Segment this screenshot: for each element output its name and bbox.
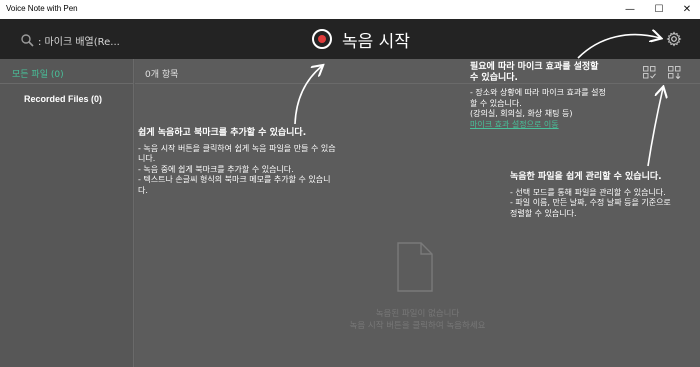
tip-record-line: - 텍스트나 손글씨 형식의 북마크 메모를 추가할 수 있습니 xyxy=(138,175,331,184)
tip-record-line: - 녹음 시작 버튼을 클릭하여 쉽게 녹음 파일을 만들 수 있습 xyxy=(138,143,336,153)
record-label: 녹음 시작 xyxy=(342,31,410,52)
tip-mic-title: 필요에 따라 마이크 효과를 설정할 xyxy=(470,62,599,72)
empty-state-description: 녹음 시작 버튼을 클릭하여 녹음하세요 xyxy=(349,321,486,331)
tip-manage-line: - 파일 이름, 만든 날짜, 수정 날짜 등을 기준으로 xyxy=(510,198,671,207)
maximize-button[interactable]: ☐ xyxy=(645,0,673,19)
title-bar: Voice Note with Pen — ☐ ✕ xyxy=(0,0,700,19)
empty-state-title: 녹음된 파일이 없습니다 xyxy=(375,309,460,319)
tip-record-title: 쉽게 녹음하고 북마크를 추가할 수 있습니다. xyxy=(138,128,307,138)
mic-settings-link[interactable]: 마이크 효과 설정으로 이동 xyxy=(470,120,606,131)
list-header-divider xyxy=(135,83,700,84)
tip-manage-title: 녹음한 파일을 쉽게 관리할 수 있습니다. xyxy=(510,172,662,182)
mic-selector[interactable]: : 마이크 배열(Re... xyxy=(20,31,120,49)
select-mode-icon[interactable] xyxy=(643,66,656,79)
tip-mic-line: 할 수 있습니다. xyxy=(470,98,522,108)
sidebar-item-recorded-files[interactable]: Recorded Files (0) xyxy=(24,94,102,104)
minimize-button[interactable]: — xyxy=(616,0,644,19)
header-bar: : 마이크 배열(Re... 녹음 시작 xyxy=(0,19,700,59)
record-icon xyxy=(312,29,332,49)
sidebar-divider xyxy=(0,83,134,84)
sidebar: 모든 파일 (0) Recorded Files (0) xyxy=(0,59,134,367)
close-button[interactable]: ✕ xyxy=(673,0,700,19)
tip-mic-title: 수 있습니다. xyxy=(470,72,518,83)
tip-mic-line: (강의실, 회의실, 화상 채팅 등) xyxy=(470,109,573,118)
tip-manage-line: - 선택 모드를 통해 파일을 관리할 수 있습니다. xyxy=(510,187,666,197)
sort-icon[interactable] xyxy=(668,66,681,79)
tip-manage-files: 녹음한 파일을 쉽게 관리할 수 있습니다. - 선택 모드를 통해 파일을 관… xyxy=(510,172,671,219)
tip-record-line: 니다. xyxy=(138,154,156,163)
tip-mic-effect: 필요에 따라 마이크 효과를 설정할 수 있습니다. - 장소와 상황에 따라 … xyxy=(470,62,606,130)
sidebar-item-all-files[interactable]: 모든 파일 (0) xyxy=(12,67,64,80)
tip-manage-line: 정렬할 수 있습니다. xyxy=(510,208,577,218)
item-count: 0개 항목 xyxy=(145,70,179,80)
search-icon xyxy=(21,34,34,47)
tip-record-line: - 녹음 중에 쉽게 북마크를 추가할 수 있습니다. xyxy=(138,164,294,174)
mic-selector-label: : 마이크 배열(Re... xyxy=(38,36,120,48)
record-button[interactable]: 녹음 시작 xyxy=(312,27,410,52)
app-title: Voice Note with Pen xyxy=(6,4,78,13)
tip-mic-line: - 장소와 상황에 따라 마이크 효과를 설정 xyxy=(470,88,606,97)
tip-record-line: 다. xyxy=(138,185,148,195)
tip-record: 쉽게 녹음하고 북마크를 추가할 수 있습니다. - 녹음 시작 버튼을 클릭하… xyxy=(138,128,336,196)
empty-file-icon xyxy=(397,242,433,292)
gear-icon[interactable] xyxy=(666,31,682,47)
